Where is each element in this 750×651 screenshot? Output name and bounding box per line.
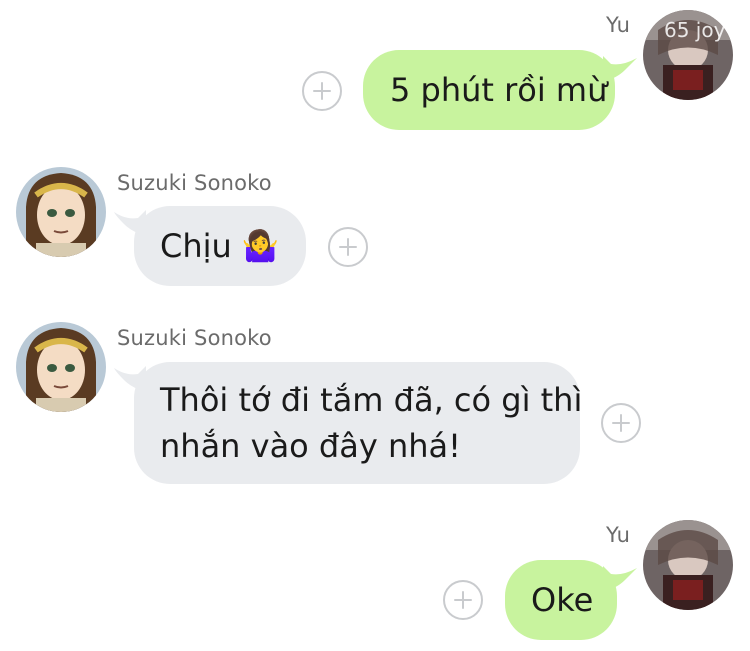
avatar-suzuki-image xyxy=(16,322,106,412)
avatar-yu[interactable] xyxy=(643,520,733,610)
bubble-tail-outgoing-1 xyxy=(603,56,637,82)
plus-icon xyxy=(313,82,331,100)
message-text: Chịu xyxy=(160,227,232,265)
message-text-line-2: nhắn vào đây nhá! xyxy=(160,427,461,465)
message-text: Oke xyxy=(531,581,594,619)
sender-name-yu: Yu xyxy=(606,13,631,37)
avatar-suzuki-sonoko[interactable] xyxy=(16,322,106,412)
plus-icon xyxy=(454,591,472,609)
sender-name-suzuki: Suzuki Sonoko xyxy=(117,326,272,350)
plus-icon xyxy=(339,238,357,256)
sender-name-suzuki: Suzuki Sonoko xyxy=(117,171,272,195)
bubble-tail-outgoing-4 xyxy=(603,566,637,592)
add-reaction-button-1[interactable] xyxy=(302,71,342,111)
message-bubble-outgoing-4[interactable]: Oke xyxy=(505,560,617,640)
message-bubble-outgoing-1[interactable]: 5 phút rồi mừ xyxy=(363,50,615,130)
avatar-suzuki-sonoko[interactable] xyxy=(16,167,106,257)
add-reaction-button-4[interactable] xyxy=(443,580,483,620)
message-bubble-incoming-2[interactable]: Chịu 🤷‍♀️ xyxy=(134,206,306,286)
add-reaction-button-3[interactable] xyxy=(601,403,641,443)
avatar-yu-watermark: 65 joy xyxy=(664,18,726,42)
avatar-yu-image xyxy=(643,520,733,610)
sender-name-yu: Yu xyxy=(606,523,631,547)
message-text-line-1: Thôi tớ đi tắm đã, có gì thì xyxy=(160,381,583,419)
add-reaction-button-2[interactable] xyxy=(328,227,368,267)
emoji-shrug: 🤷‍♀️ xyxy=(241,228,280,264)
avatar-suzuki-image xyxy=(16,167,106,257)
plus-icon xyxy=(612,414,630,432)
message-text: 5 phút rồi mừ xyxy=(390,71,608,109)
message-bubble-incoming-3[interactable]: Thôi tớ đi tắm đã, có gì thì nhắn vào đâ… xyxy=(134,362,583,484)
